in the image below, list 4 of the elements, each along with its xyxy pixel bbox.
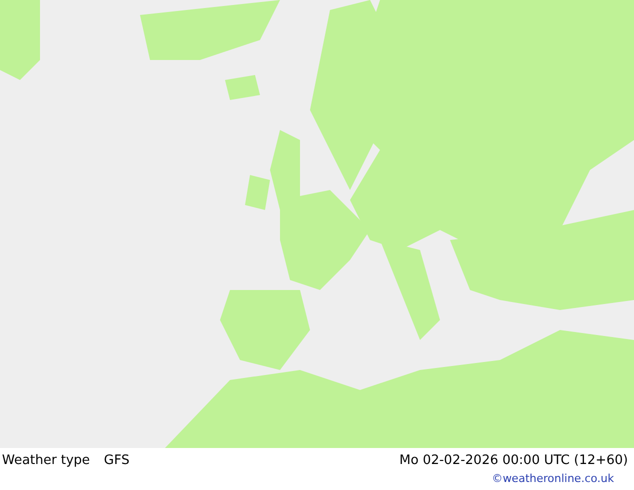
- model-name: GFS: [104, 452, 130, 468]
- forecast-time: Mo 02-02-2026 00:00 UTC (12+60): [399, 452, 628, 468]
- map-title: Weather type: [2, 452, 90, 468]
- credit-link[interactable]: ©weatheronline.co.uk: [492, 472, 614, 485]
